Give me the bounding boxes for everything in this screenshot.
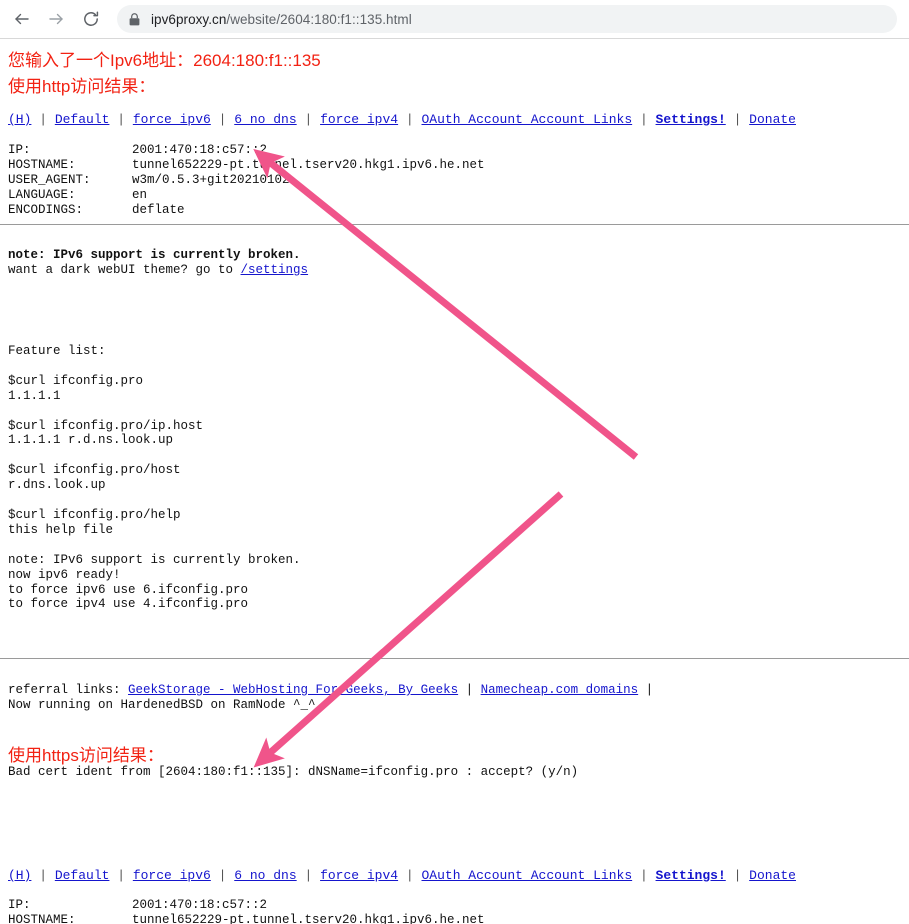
info-value: w3m/0.5.3+git20210102 bbox=[132, 172, 290, 187]
section-title-http-result: 使用http访问结果： bbox=[8, 77, 156, 96]
feature-command: $curl ifconfig.pro/help bbox=[8, 507, 181, 522]
nav-link-force-ipv4[interactable]: force ipv4 bbox=[320, 868, 398, 883]
request-info-block-top: IP: 2001:470:18:c57::2 HOSTNAME: tunnel652… bbox=[8, 143, 485, 218]
feature-list-title: Feature list: bbox=[8, 344, 106, 358]
info-value: 2001:470:18:c57::2 bbox=[132, 143, 268, 157]
info-key: HOSTNAME: bbox=[8, 912, 76, 924]
forward-arrow-icon[interactable] bbox=[42, 5, 70, 33]
info-key: USER_AGENT: bbox=[8, 172, 91, 187]
request-info-block-bottom: IP: 2001:470:18:c57::2 HOSTNAME: tunnel652… bbox=[8, 898, 485, 924]
referral-link-0[interactable]: GeekStorage - WebHosting For Geeks, By G… bbox=[128, 683, 458, 697]
nav-link-h[interactable]: (H) bbox=[8, 112, 31, 127]
nav-link-6-no-dns[interactable]: 6 no dns bbox=[234, 868, 296, 883]
info-value: tunnel652229-pt.tunnel.tserv20.hkg1.ipv6… bbox=[132, 912, 485, 924]
feature-output: 1.1.1.1 bbox=[8, 388, 61, 403]
info-value: en bbox=[132, 187, 148, 202]
feature-command: $curl ifconfig.pro/host bbox=[8, 463, 181, 478]
nav-link-force-ipv6[interactable]: force ipv6 bbox=[133, 112, 211, 127]
note-broken-text: note: IPv6 support is currently broken. bbox=[8, 248, 301, 262]
referral-separator: | bbox=[458, 683, 481, 697]
divider-top bbox=[0, 224, 909, 225]
nav-separator: | bbox=[632, 868, 656, 883]
nav-link-donate[interactable]: Donate bbox=[749, 868, 796, 883]
feature-command: $curl ifconfig.pro bbox=[8, 373, 144, 388]
nav-separator: | bbox=[109, 112, 133, 127]
nav-separator: | bbox=[210, 112, 235, 127]
nav-separator: | bbox=[210, 868, 235, 883]
info-key: HOSTNAME: bbox=[8, 157, 76, 172]
referral-separator: | bbox=[638, 683, 661, 697]
nav-link-default[interactable]: Default bbox=[55, 112, 110, 127]
reload-icon[interactable] bbox=[77, 5, 105, 33]
feature-footer-line: to force ipv4 use 4.ifconfig.pro bbox=[8, 597, 249, 612]
nav-link-oauth-account-account-links[interactable]: OAuth Account Account Links bbox=[422, 868, 633, 883]
notes-block: note: IPv6 support is currently broken. … bbox=[8, 248, 308, 278]
nav-separator: | bbox=[725, 868, 750, 883]
nav-link-default[interactable]: Default bbox=[55, 868, 110, 883]
feature-output: this help file bbox=[8, 522, 114, 537]
referral-prefix: referral links: bbox=[8, 683, 129, 697]
feature-footer-line: note: IPv6 support is currently broken. bbox=[8, 552, 301, 567]
info-value: tunnel652229-pt.tunnel.tserv20.hkg1.ipv6… bbox=[132, 157, 485, 172]
nav-links-top: (H) | Default | force ipv6 | 6 no dns | … bbox=[8, 112, 796, 128]
address-bar[interactable]: ipv6proxy.cn/website/2604:180:f1::135.ht… bbox=[117, 5, 897, 33]
back-arrow-icon[interactable] bbox=[8, 5, 36, 33]
running-on-text: Now running on HardenedBSD on RamNode ^_… bbox=[8, 697, 316, 712]
divider-bottom bbox=[0, 658, 909, 659]
url-domain: ipv6proxy.cn bbox=[151, 11, 227, 27]
theme-note-prefix: want a dark webUI theme? go to bbox=[8, 262, 241, 277]
nav-separator: | bbox=[632, 112, 656, 127]
feature-list-block: Feature list: $curl ifconfig.pro 1.1.1.1… bbox=[8, 344, 301, 612]
nav-separator: | bbox=[31, 868, 55, 883]
settings-link[interactable]: /settings bbox=[241, 263, 309, 277]
nav-link-settings[interactable]: Settings! bbox=[656, 112, 726, 127]
nav-link-settings[interactable]: Settings! bbox=[656, 868, 726, 883]
url-path: /website/2604:180:f1::135.html bbox=[226, 11, 412, 27]
page-content: 您输入了一个Ipv6地址：2604:180:f1::135 使用http访问结果… bbox=[0, 39, 909, 924]
nav-link-donate[interactable]: Donate bbox=[749, 112, 796, 127]
feature-output: r.dns.look.up bbox=[8, 478, 106, 493]
nav-separator: | bbox=[31, 112, 55, 127]
info-key: IP: bbox=[8, 143, 31, 157]
info-key: LANGUAGE: bbox=[8, 187, 76, 202]
nav-link-6-no-dns[interactable]: 6 no dns bbox=[234, 112, 296, 127]
nav-separator: | bbox=[296, 868, 321, 883]
feature-footer-line: to force ipv6 use 6.ifconfig.pro bbox=[8, 582, 249, 597]
feature-output: 1.1.1.1 r.d.ns.look.up bbox=[8, 433, 174, 448]
page-title-input-address: 您输入了一个Ipv6地址：2604:180:f1::135 bbox=[8, 51, 321, 70]
nav-separator: | bbox=[398, 112, 422, 127]
nav-link-h[interactable]: (H) bbox=[8, 868, 31, 883]
info-key: ENCODINGS: bbox=[8, 202, 84, 217]
nav-separator: | bbox=[296, 112, 321, 127]
referral-links-block: referral links: GeekStorage - WebHosting… bbox=[8, 683, 661, 713]
nav-separator: | bbox=[109, 868, 133, 883]
info-key: IP: bbox=[8, 898, 31, 912]
nav-link-force-ipv6[interactable]: force ipv6 bbox=[133, 868, 211, 883]
nav-link-force-ipv4[interactable]: force ipv4 bbox=[320, 112, 398, 127]
nav-separator: | bbox=[725, 112, 750, 127]
browser-toolbar: ipv6proxy.cn/website/2604:180:f1::135.ht… bbox=[0, 0, 909, 39]
nav-separator: | bbox=[398, 868, 422, 883]
feature-command: $curl ifconfig.pro/ip.host bbox=[8, 418, 204, 433]
nav-link-oauth-account-account-links[interactable]: OAuth Account Account Links bbox=[422, 112, 633, 127]
lock-icon bbox=[129, 12, 141, 26]
feature-footer-line: now ipv6 ready! bbox=[8, 567, 121, 582]
nav-links-bottom: (H) | Default | force ipv6 | 6 no dns | … bbox=[8, 868, 796, 884]
info-value: 2001:470:18:c57::2 bbox=[132, 898, 268, 912]
referral-link-1[interactable]: Namecheap.com domains bbox=[481, 683, 639, 697]
info-value: deflate bbox=[132, 202, 185, 217]
https-result-text: Bad cert ident from [2604:180:f1::135]: … bbox=[8, 765, 579, 779]
